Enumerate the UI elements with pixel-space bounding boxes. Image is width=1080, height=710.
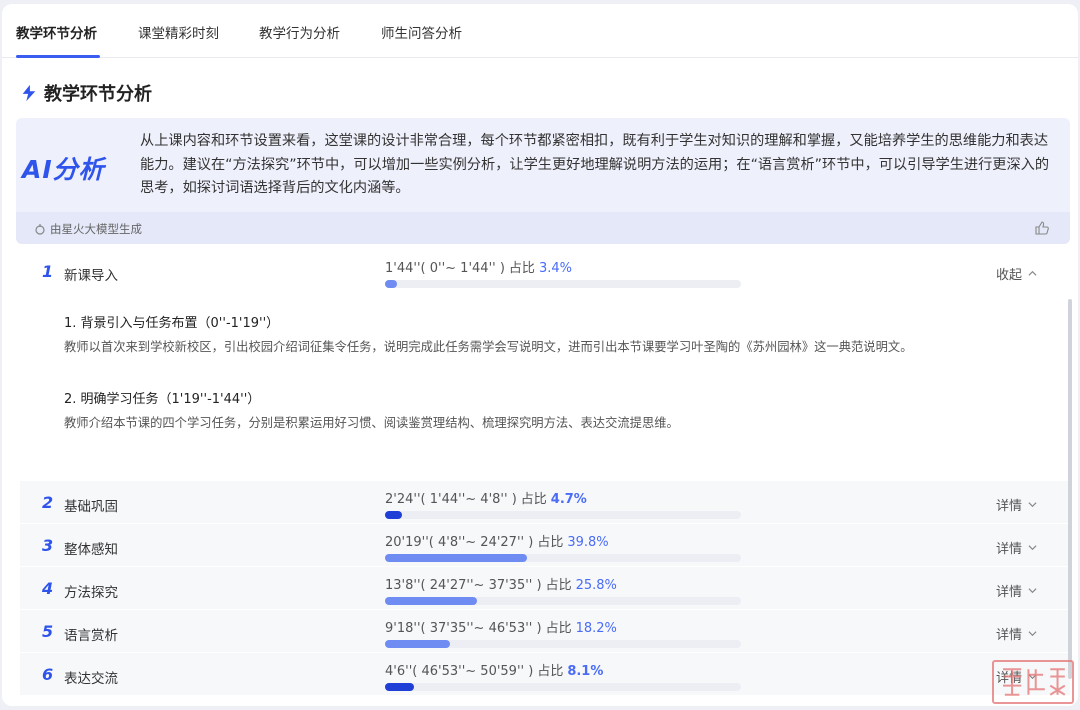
action-label: 详情 [996, 585, 1023, 600]
segment-time-range: 1'44''( 0''~ 1'44'' ) [385, 261, 505, 276]
segment-time: 4'6''( 46'53''~ 50'59'' ) 占比 8.1% [385, 660, 603, 679]
segment-share-label: 占比 [508, 261, 535, 276]
ai-source-text: 由星火大模型生成 [50, 222, 142, 236]
section-title: 教学环节分析 [20, 80, 152, 106]
segment-time: 9'18''( 37'35''~ 46'53'' ) 占比 18.2% [385, 617, 617, 636]
action-label: 详情 [996, 499, 1023, 514]
action-label: 详情 [996, 542, 1023, 557]
tab-highlights[interactable]: 课堂精彩时刻 [138, 22, 219, 42]
segment-share-percent: 18.2% [575, 621, 617, 636]
tab-bar: 教学环节分析 课堂精彩时刻 教学行为分析 师生问答分析 [2, 4, 1078, 58]
segment-row[interactable]: 4 方法探究 13'8''( 24'27''~ 37'35'' ) 占比 25.8% 详情 [20, 567, 1070, 609]
action-label: 收起 [996, 268, 1023, 283]
collapse-button[interactable]: 收起 [996, 264, 1037, 283]
segment-time: 20'19''( 4'8''~ 24'27'' ) 占比 39.8% [385, 531, 609, 550]
watermark-seal [992, 660, 1074, 704]
active-tab-indicator [16, 55, 100, 58]
segment-name: 基础巩固 [64, 499, 118, 515]
detail-text: 教师以首次来到学校新校区，引出校园介绍词征集令任务，说明完成此任务需学会写说明文… [64, 340, 913, 354]
chevron-down-icon [1028, 502, 1037, 508]
segment-number: 1 [42, 262, 54, 281]
tab-teaching-segments[interactable]: 教学环节分析 [16, 22, 97, 42]
segment-name: 整体感知 [64, 542, 118, 558]
section-title-text: 教学环节分析 [44, 84, 152, 105]
segment-progress-fill [385, 597, 477, 605]
scrollbar[interactable] [1068, 299, 1072, 679]
segment-share-label: 占比 [520, 492, 547, 507]
chevron-down-icon [1028, 631, 1037, 637]
details-button[interactable]: 详情 [996, 624, 1037, 643]
lightning-icon [22, 84, 36, 102]
segment-number: 3 [42, 536, 54, 555]
segment-share-percent: 8.1% [567, 664, 604, 679]
ai-analysis-footer [16, 212, 1070, 244]
tab-teaching-behavior[interactable]: 教学行为分析 [259, 22, 340, 42]
detail-title: 2. 明确学习任务（1'19''-1'44''） [64, 392, 261, 407]
segment-time: 1'44''( 0''~ 1'44'' ) 占比 3.4% [385, 257, 572, 276]
segment-time-range: 4'6''( 46'53''~ 50'59'' ) [385, 664, 534, 679]
segment-name: 语言赏析 [64, 628, 118, 644]
segment-row[interactable]: 6 表达交流 4'6''( 46'53''~ 50'59'' ) 占比 8.1% 详情 [20, 653, 1070, 695]
details-button[interactable]: 详情 [996, 581, 1037, 600]
seal-icon [1003, 668, 1066, 696]
segment-progress-track [385, 280, 741, 288]
segment-share-percent: 25.8% [575, 578, 617, 593]
detail-title: 1. 背景引入与任务布置（0''-1'19''） [64, 316, 280, 331]
segment-progress-fill [385, 554, 527, 562]
segment-progress-track [385, 511, 741, 519]
segment-row[interactable]: 2 基础巩固 2'24''( 1'44''~ 4'8'' ) 占比 4.7% 详情 [20, 481, 1070, 523]
segment-share-label: 占比 [545, 578, 572, 593]
segment-progress-track [385, 683, 741, 691]
segment-row[interactable]: 5 语言赏析 9'18''( 37'35''~ 46'53'' ) 占比 18.2% 详情 [20, 610, 1070, 652]
segment-name: 新课导入 [64, 268, 118, 284]
chevron-down-icon [1028, 588, 1037, 594]
segment-row[interactable]: 3 整体感知 20'19''( 4'8''~ 24'27'' ) 占比 39.8% 详情 [20, 524, 1070, 566]
segment-share-label: 占比 [537, 535, 564, 550]
segment-share-label: 占比 [545, 621, 572, 636]
ai-analysis-text: 从上课内容和环节设置来看，这堂课的设计非常合理，每个环节都紧密相扣，既有利于学生… [140, 133, 1050, 196]
segment-progress-fill [385, 683, 414, 691]
chevron-down-icon [1028, 545, 1037, 551]
segment-share-percent: 4.7% [550, 492, 587, 507]
segment-progress-track [385, 554, 741, 562]
segment-share-label: 占比 [537, 664, 564, 679]
segment-number: 5 [42, 622, 54, 641]
chevron-up-icon [1028, 270, 1037, 276]
segment-time-range: 2'24''( 1'44''~ 4'8'' ) [385, 492, 517, 507]
segment-time: 2'24''( 1'44''~ 4'8'' ) 占比 4.7% [385, 488, 587, 507]
segment-progress-fill [385, 511, 402, 519]
spark-icon [35, 224, 45, 235]
segment-number: 4 [42, 579, 54, 598]
detail-text: 教师介绍本节课的四个学习任务，分别是积累运用好习惯、阅读鉴赏理结构、梳理探究明方… [64, 416, 679, 430]
segment-name: 方法探究 [64, 585, 118, 601]
segment-time: 13'8''( 24'27''~ 37'35'' ) 占比 25.8% [385, 574, 617, 593]
analysis-card: 教学环节分析 课堂精彩时刻 教学行为分析 师生问答分析 教学环节分析 AI分析 … [2, 4, 1078, 706]
segment-name: 表达交流 [64, 671, 118, 687]
segment-number: 2 [42, 493, 54, 512]
ai-source: 由星火大模型生成 [34, 221, 142, 237]
thumbs-up-icon[interactable] [1034, 220, 1050, 236]
ai-analysis-logo: AI分析 [22, 155, 105, 184]
segment-progress-track [385, 597, 741, 605]
segment-row[interactable]: 1 新课导入 1'44''( 0''~ 1'44'' ) 占比 3.4% 收起 [20, 254, 1070, 296]
segment-number: 6 [42, 665, 54, 684]
details-button[interactable]: 详情 [996, 495, 1037, 514]
segment-share-percent: 39.8% [567, 535, 609, 550]
action-label: 详情 [996, 628, 1023, 643]
segment-detail: 2. 明确学习任务（1'19''-1'44''） 教师介绍本节课的四个学习任务，分… [64, 388, 959, 434]
tab-qa-analysis[interactable]: 师生问答分析 [381, 22, 462, 42]
segment-time-range: 13'8''( 24'27''~ 37'35'' ) [385, 578, 542, 593]
segment-time-range: 9'18''( 37'35''~ 46'53'' ) [385, 621, 542, 636]
segment-progress-track [385, 640, 741, 648]
segment-progress-fill [385, 280, 398, 288]
segment-share-percent: 3.4% [538, 261, 572, 276]
segment-time-range: 20'19''( 4'8''~ 24'27'' ) [385, 535, 534, 550]
details-button[interactable]: 详情 [996, 538, 1037, 557]
segment-progress-fill [385, 640, 450, 648]
segment-detail: 1. 背景引入与任务布置（0''-1'19''） 教师以首次来到学校新校区，引出校… [64, 312, 959, 358]
